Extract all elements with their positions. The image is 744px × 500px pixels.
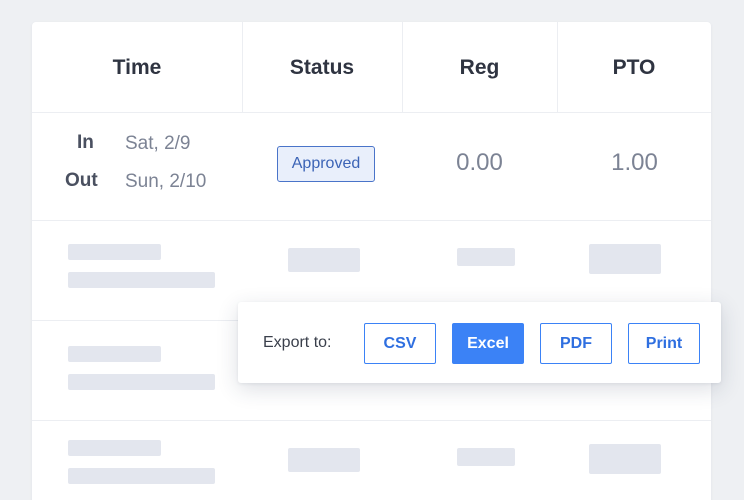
- skeleton-bar: [68, 244, 161, 260]
- skeleton-bar: [288, 448, 360, 472]
- in-label: In: [77, 132, 94, 153]
- skeleton-bar: [68, 272, 215, 288]
- skeleton-bar: [589, 444, 661, 474]
- skeleton-bar: [68, 346, 161, 362]
- out-date: Sun, 2/10: [125, 171, 207, 192]
- table-header: Time Status Reg PTO: [32, 22, 711, 113]
- reg-value: 0.00: [456, 149, 503, 176]
- header-time[interactable]: Time: [32, 22, 242, 113]
- skeleton-bar: [288, 248, 360, 272]
- timesheet-table: Time Status Reg PTO In Sat, 2/9 Out Sun,…: [32, 22, 711, 500]
- status-badge: Approved: [277, 146, 375, 182]
- export-csv-button[interactable]: CSV: [364, 323, 436, 364]
- out-label: Out: [65, 170, 98, 191]
- skeleton-bar: [589, 244, 661, 274]
- header-reg[interactable]: Reg: [402, 22, 557, 113]
- export-popover: Export to: CSV Excel PDF Print: [238, 302, 721, 383]
- in-date: Sat, 2/9: [125, 133, 191, 154]
- skeleton-bar: [457, 448, 515, 466]
- export-print-button[interactable]: Print: [628, 323, 700, 364]
- header-status[interactable]: Status: [242, 22, 402, 113]
- export-pdf-button[interactable]: PDF: [540, 323, 612, 364]
- skeleton-bar: [68, 468, 215, 484]
- pto-value: 1.00: [611, 149, 658, 176]
- skeleton-bar: [457, 248, 515, 266]
- skeleton-bar: [68, 374, 215, 390]
- export-excel-button[interactable]: Excel: [452, 323, 524, 364]
- header-pto[interactable]: PTO: [557, 22, 711, 113]
- export-label: Export to:: [263, 333, 332, 351]
- skeleton-bar: [68, 440, 161, 456]
